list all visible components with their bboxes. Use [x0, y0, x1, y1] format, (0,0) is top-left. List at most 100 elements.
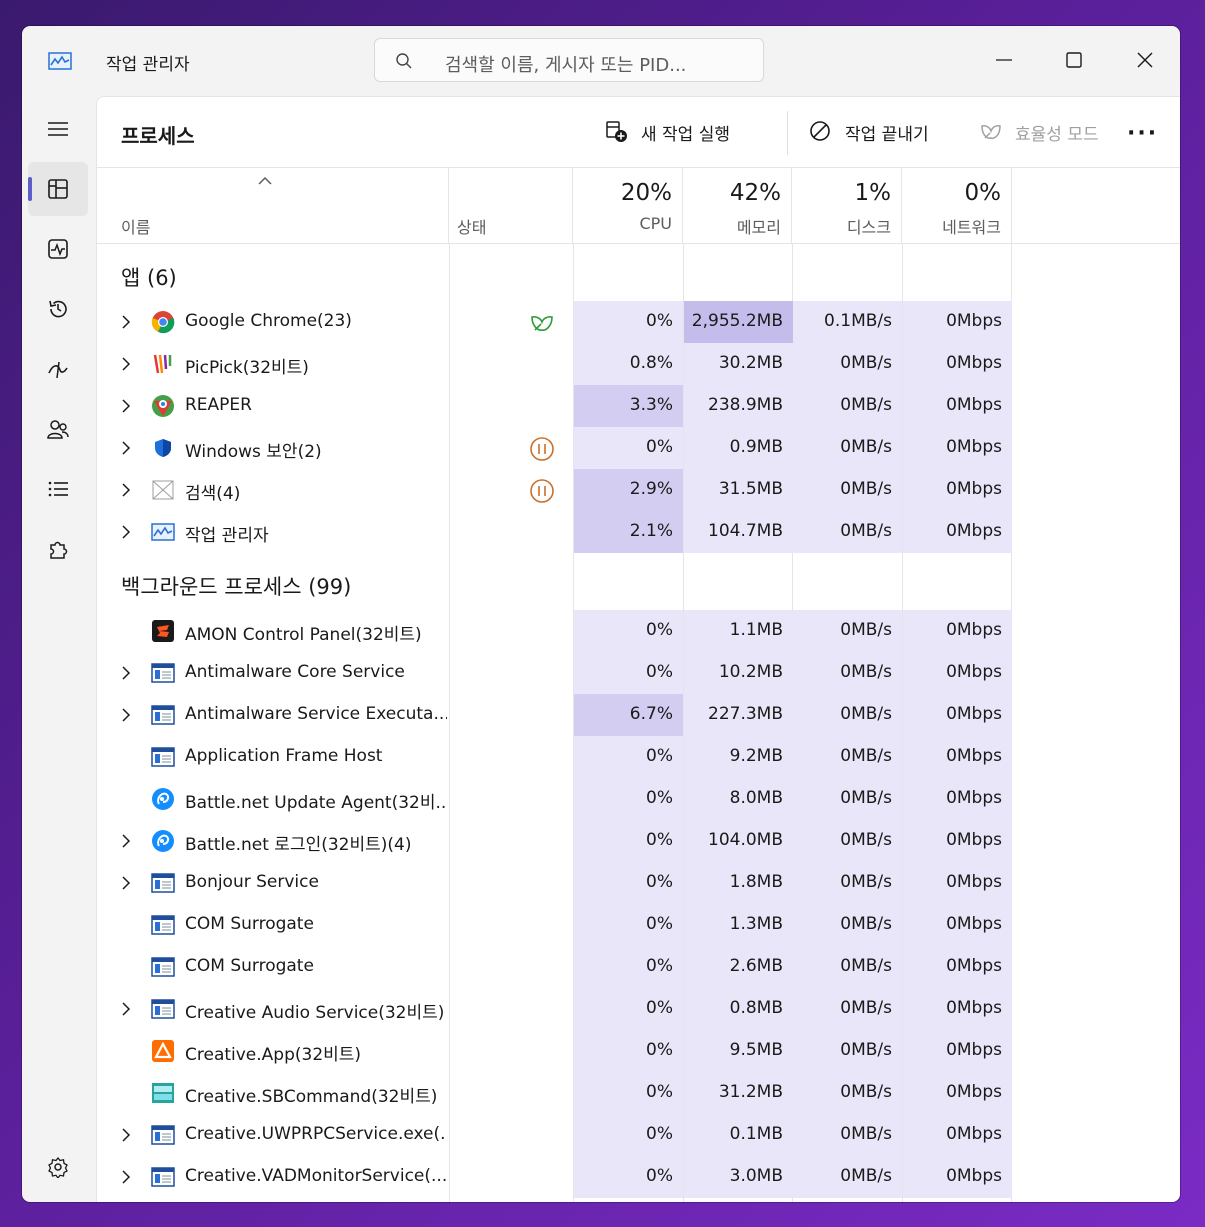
network-value: 0Mbps — [946, 521, 1002, 541]
nav-users[interactable] — [28, 402, 88, 456]
cpu-cell: 0% — [574, 652, 683, 694]
column-header-cpu[interactable]: 20% CPU — [573, 168, 683, 244]
disk-cell: 0MB/s — [793, 1030, 902, 1072]
more-options-button[interactable]: ··· — [1127, 121, 1158, 146]
disk-cell: 0MB/s — [793, 736, 902, 778]
search-box[interactable]: 검색할 이름, 게시자 또는 PID... — [374, 38, 764, 82]
disk-cell: 0MB/s — [793, 385, 902, 427]
page-title: 프로세스 — [121, 124, 195, 148]
maximize-button[interactable] — [1054, 40, 1094, 80]
network-value: 0Mbps — [946, 620, 1002, 640]
process-row[interactable]: Application Frame Host 0% 9.2MB 0MB/s 0Mbps — [97, 736, 1087, 778]
process-name: Application Frame Host — [185, 746, 383, 766]
process-row[interactable]: 작업 관리자 2.1% 104.7MB 0MB/s 0Mbps — [97, 511, 1087, 553]
disk-value: 0MB/s — [840, 746, 892, 766]
column-header-disk[interactable]: 1% 디스크 — [792, 168, 902, 244]
process-row[interactable]: Creative.UWPRPCService.exe(... 0% 0.1MB 0MB… — [97, 1114, 1087, 1156]
column-header-memory[interactable]: 42% 메모리 — [683, 168, 792, 244]
expand-chevron-icon[interactable] — [121, 524, 131, 540]
nav-details[interactable] — [28, 462, 88, 516]
cpu-cell: 0.8% — [574, 343, 683, 385]
network-cell: 0Mbps — [903, 946, 1012, 988]
expand-chevron-icon[interactable] — [121, 707, 131, 723]
nav-settings[interactable] — [28, 1140, 88, 1194]
disk-cell: 0MB/s — [793, 946, 902, 988]
nav-startup-apps[interactable] — [28, 342, 88, 396]
process-row[interactable]: REAPER 3.3% 238.9MB 0MB/s 0Mbps — [97, 385, 1087, 427]
process-row[interactable]: 검색(4) 2.9% 31.5MB 0MB/s 0Mbps — [97, 469, 1087, 511]
nav-app-history[interactable] — [28, 282, 88, 336]
cpu-value: 0% — [646, 311, 673, 331]
memory-cell: 1.3MB — [684, 904, 793, 946]
nav-performance[interactable] — [28, 222, 88, 276]
expand-chevron-icon[interactable] — [121, 1169, 131, 1185]
close-button[interactable] — [1125, 40, 1165, 80]
network-value: 0Mbps — [946, 1166, 1002, 1186]
disk-cell: 0MB/s — [793, 1072, 902, 1114]
cpu-cell: 0% — [574, 427, 683, 469]
network-cell: 0Mbps — [903, 385, 1012, 427]
process-row[interactable]: Creative.App(32비트) 0% 9.5MB 0MB/s 0Mbps — [97, 1030, 1087, 1072]
expand-chevron-icon[interactable] — [121, 1127, 131, 1143]
expand-chevron-icon[interactable] — [121, 398, 131, 414]
disk-cell: 0MB/s — [793, 820, 902, 862]
expand-chevron-icon[interactable] — [121, 665, 131, 681]
expand-chevron-icon[interactable] — [121, 833, 131, 849]
disk-cell: 0MB/s — [793, 1114, 902, 1156]
nav-processes[interactable] — [28, 162, 88, 216]
network-value: 0Mbps — [946, 662, 1002, 682]
expand-chevron-icon[interactable] — [121, 875, 131, 891]
process-row[interactable]: COM Surrogate 0% 2.6MB 0MB/s 0Mbps — [97, 946, 1087, 988]
disk-value: 0MB/s — [840, 704, 892, 724]
cpu-value: 0% — [646, 620, 673, 640]
amon-icon — [151, 619, 175, 643]
chrome-icon — [151, 310, 175, 334]
minimize-button[interactable] — [984, 40, 1024, 80]
process-row[interactable]: Creative.SBCommand(32비트) 0% 31.2MB 0MB/s 0Mb… — [97, 1072, 1087, 1114]
suspended-icon — [529, 478, 555, 504]
process-row[interactable]: Battle.net 로그인(32비트)(4) 0% 104.0MB 0MB/s 0Mb… — [97, 820, 1087, 862]
search-input[interactable]: 검색할 이름, 게시자 또는 PID... — [445, 51, 686, 77]
expand-chevron-icon[interactable] — [121, 482, 131, 498]
cpu-cell: 3.3% — [574, 385, 683, 427]
disk-value: 0MB/s — [840, 479, 892, 499]
sbcommand-icon — [151, 1081, 175, 1105]
expand-chevron-icon[interactable] — [121, 314, 131, 330]
nav-services[interactable] — [28, 522, 88, 576]
cpu-value: 0% — [646, 1166, 673, 1186]
process-row[interactable]: Bonjour Service 0% 1.8MB 0MB/s 0Mbps — [97, 862, 1087, 904]
expand-chevron-icon[interactable] — [121, 440, 131, 456]
memory-label: 메모리 — [736, 218, 781, 237]
process-row[interactable]: AMON Control Panel(32비트) 0% 1.1MB 0MB/s 0Mbp… — [97, 610, 1087, 652]
group-apps-title[interactable]: 앱 (6) — [121, 262, 177, 292]
process-row[interactable]: Battle.net Update Agent(32비... 0% 8.0MB 0MB… — [97, 778, 1087, 820]
cpu-cell: 0% — [574, 1156, 683, 1198]
menu-toggle-button[interactable] — [28, 102, 88, 156]
process-row[interactable]: PicPick(32비트) 0.8% 30.2MB 0MB/s 0Mbps — [97, 343, 1087, 385]
network-value: 0Mbps — [946, 437, 1002, 457]
process-row[interactable]: COM Surrogate 0% 1.3MB 0MB/s 0Mbps — [97, 904, 1087, 946]
network-cell: 0Mbps — [903, 1030, 1012, 1072]
column-header-network[interactable]: 0% 네트워크 — [902, 168, 1012, 244]
process-row[interactable]: Windows 보안(2) 0% 0.9MB 0MB/s 0Mbps — [97, 427, 1087, 469]
process-row[interactable]: Creative.VADMonitorService(... 0% 3.0MB 0MB… — [97, 1156, 1087, 1198]
process-row[interactable]: Creative Audio Service(32비트) 0% 0.8MB 0MB/s… — [97, 988, 1087, 1030]
memory-value: 2.6MB — [729, 956, 783, 976]
memory-value: 30.2MB — [718, 353, 783, 373]
cpu-cell: 0% — [574, 820, 683, 862]
process-row[interactable]: Antimalware Core Service 0% 10.2MB 0MB/s 0Mb… — [97, 652, 1087, 694]
memory-cell: 10.2MB — [684, 652, 793, 694]
expand-chevron-icon[interactable] — [121, 1001, 131, 1017]
group-background-title[interactable]: 백그라운드 프로세스 (99) — [121, 571, 351, 601]
expand-chevron-icon[interactable] — [121, 356, 131, 372]
process-row[interactable]: Google Chrome(23) 0% 2,955.2MB 0.1MB/s 0Mbps — [97, 301, 1087, 343]
reaper-icon — [151, 394, 175, 418]
process-row[interactable]: Antimalware Service Executa... 6.7% 227.3M… — [97, 694, 1087, 736]
memory-cell: 0.1MB — [684, 1114, 793, 1156]
end-task-icon — [810, 121, 830, 141]
memory-cell: 0.9MB — [684, 427, 793, 469]
network-value: 0Mbps — [946, 956, 1002, 976]
network-cell: 0Mbps — [903, 1156, 1012, 1198]
network-cell: 0Mbps — [903, 904, 1012, 946]
disk-value: 0MB/s — [840, 521, 892, 541]
